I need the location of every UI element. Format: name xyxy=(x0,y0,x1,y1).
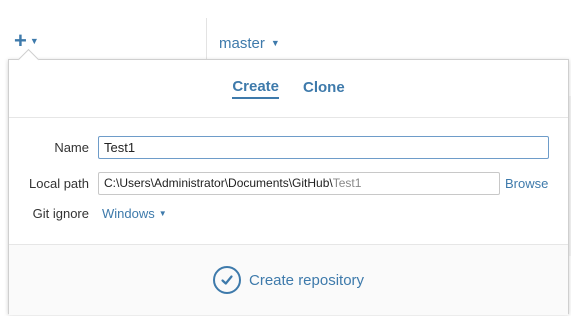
local-path-input[interactable]: C:\Users\Administrator\Documents\GitHub\… xyxy=(98,172,500,195)
create-repository-popover: Create Clone Name Local path C:\Users\Ad… xyxy=(8,48,569,315)
plus-icon: + xyxy=(14,28,27,53)
create-repository-label: Create repository xyxy=(249,271,365,289)
tab-clone[interactable]: Clone xyxy=(303,79,345,98)
name-row: Name xyxy=(9,136,568,160)
git-ignore-dropdown[interactable]: Windows ▼ xyxy=(102,202,167,226)
checkmark-circle-icon xyxy=(213,266,241,294)
git-ignore-row: Git ignore Windows ▼ xyxy=(9,202,568,226)
local-path-label: Local path xyxy=(29,176,89,191)
browse-button[interactable]: Browse xyxy=(505,172,548,196)
git-ignore-value: Windows xyxy=(102,206,155,221)
caret-down-icon: ▼ xyxy=(29,36,39,46)
local-path-row: Local path C:\Users\Administrator\Docume… xyxy=(9,172,568,196)
popover-footer: Create repository xyxy=(9,244,568,315)
name-input[interactable] xyxy=(98,136,549,159)
toolbar-divider xyxy=(206,18,207,60)
git-ignore-label: Git ignore xyxy=(32,206,89,221)
add-repository-button[interactable]: + ▼ xyxy=(14,30,39,52)
create-repository-button[interactable]: Create repository xyxy=(213,266,364,294)
tab-create[interactable]: Create xyxy=(232,78,280,99)
popover-tabs: Create Clone xyxy=(9,60,568,118)
branch-selector[interactable]: master ▼ xyxy=(219,32,280,54)
caret-down-icon: ▼ xyxy=(158,209,167,218)
local-path-suffix: Test1 xyxy=(332,176,362,190)
branch-label: master xyxy=(219,34,265,52)
caret-down-icon: ▼ xyxy=(270,38,280,48)
local-path-prefix: C:\Users\Administrator\Documents\GitHub\ xyxy=(104,176,333,190)
name-label: Name xyxy=(54,140,89,155)
